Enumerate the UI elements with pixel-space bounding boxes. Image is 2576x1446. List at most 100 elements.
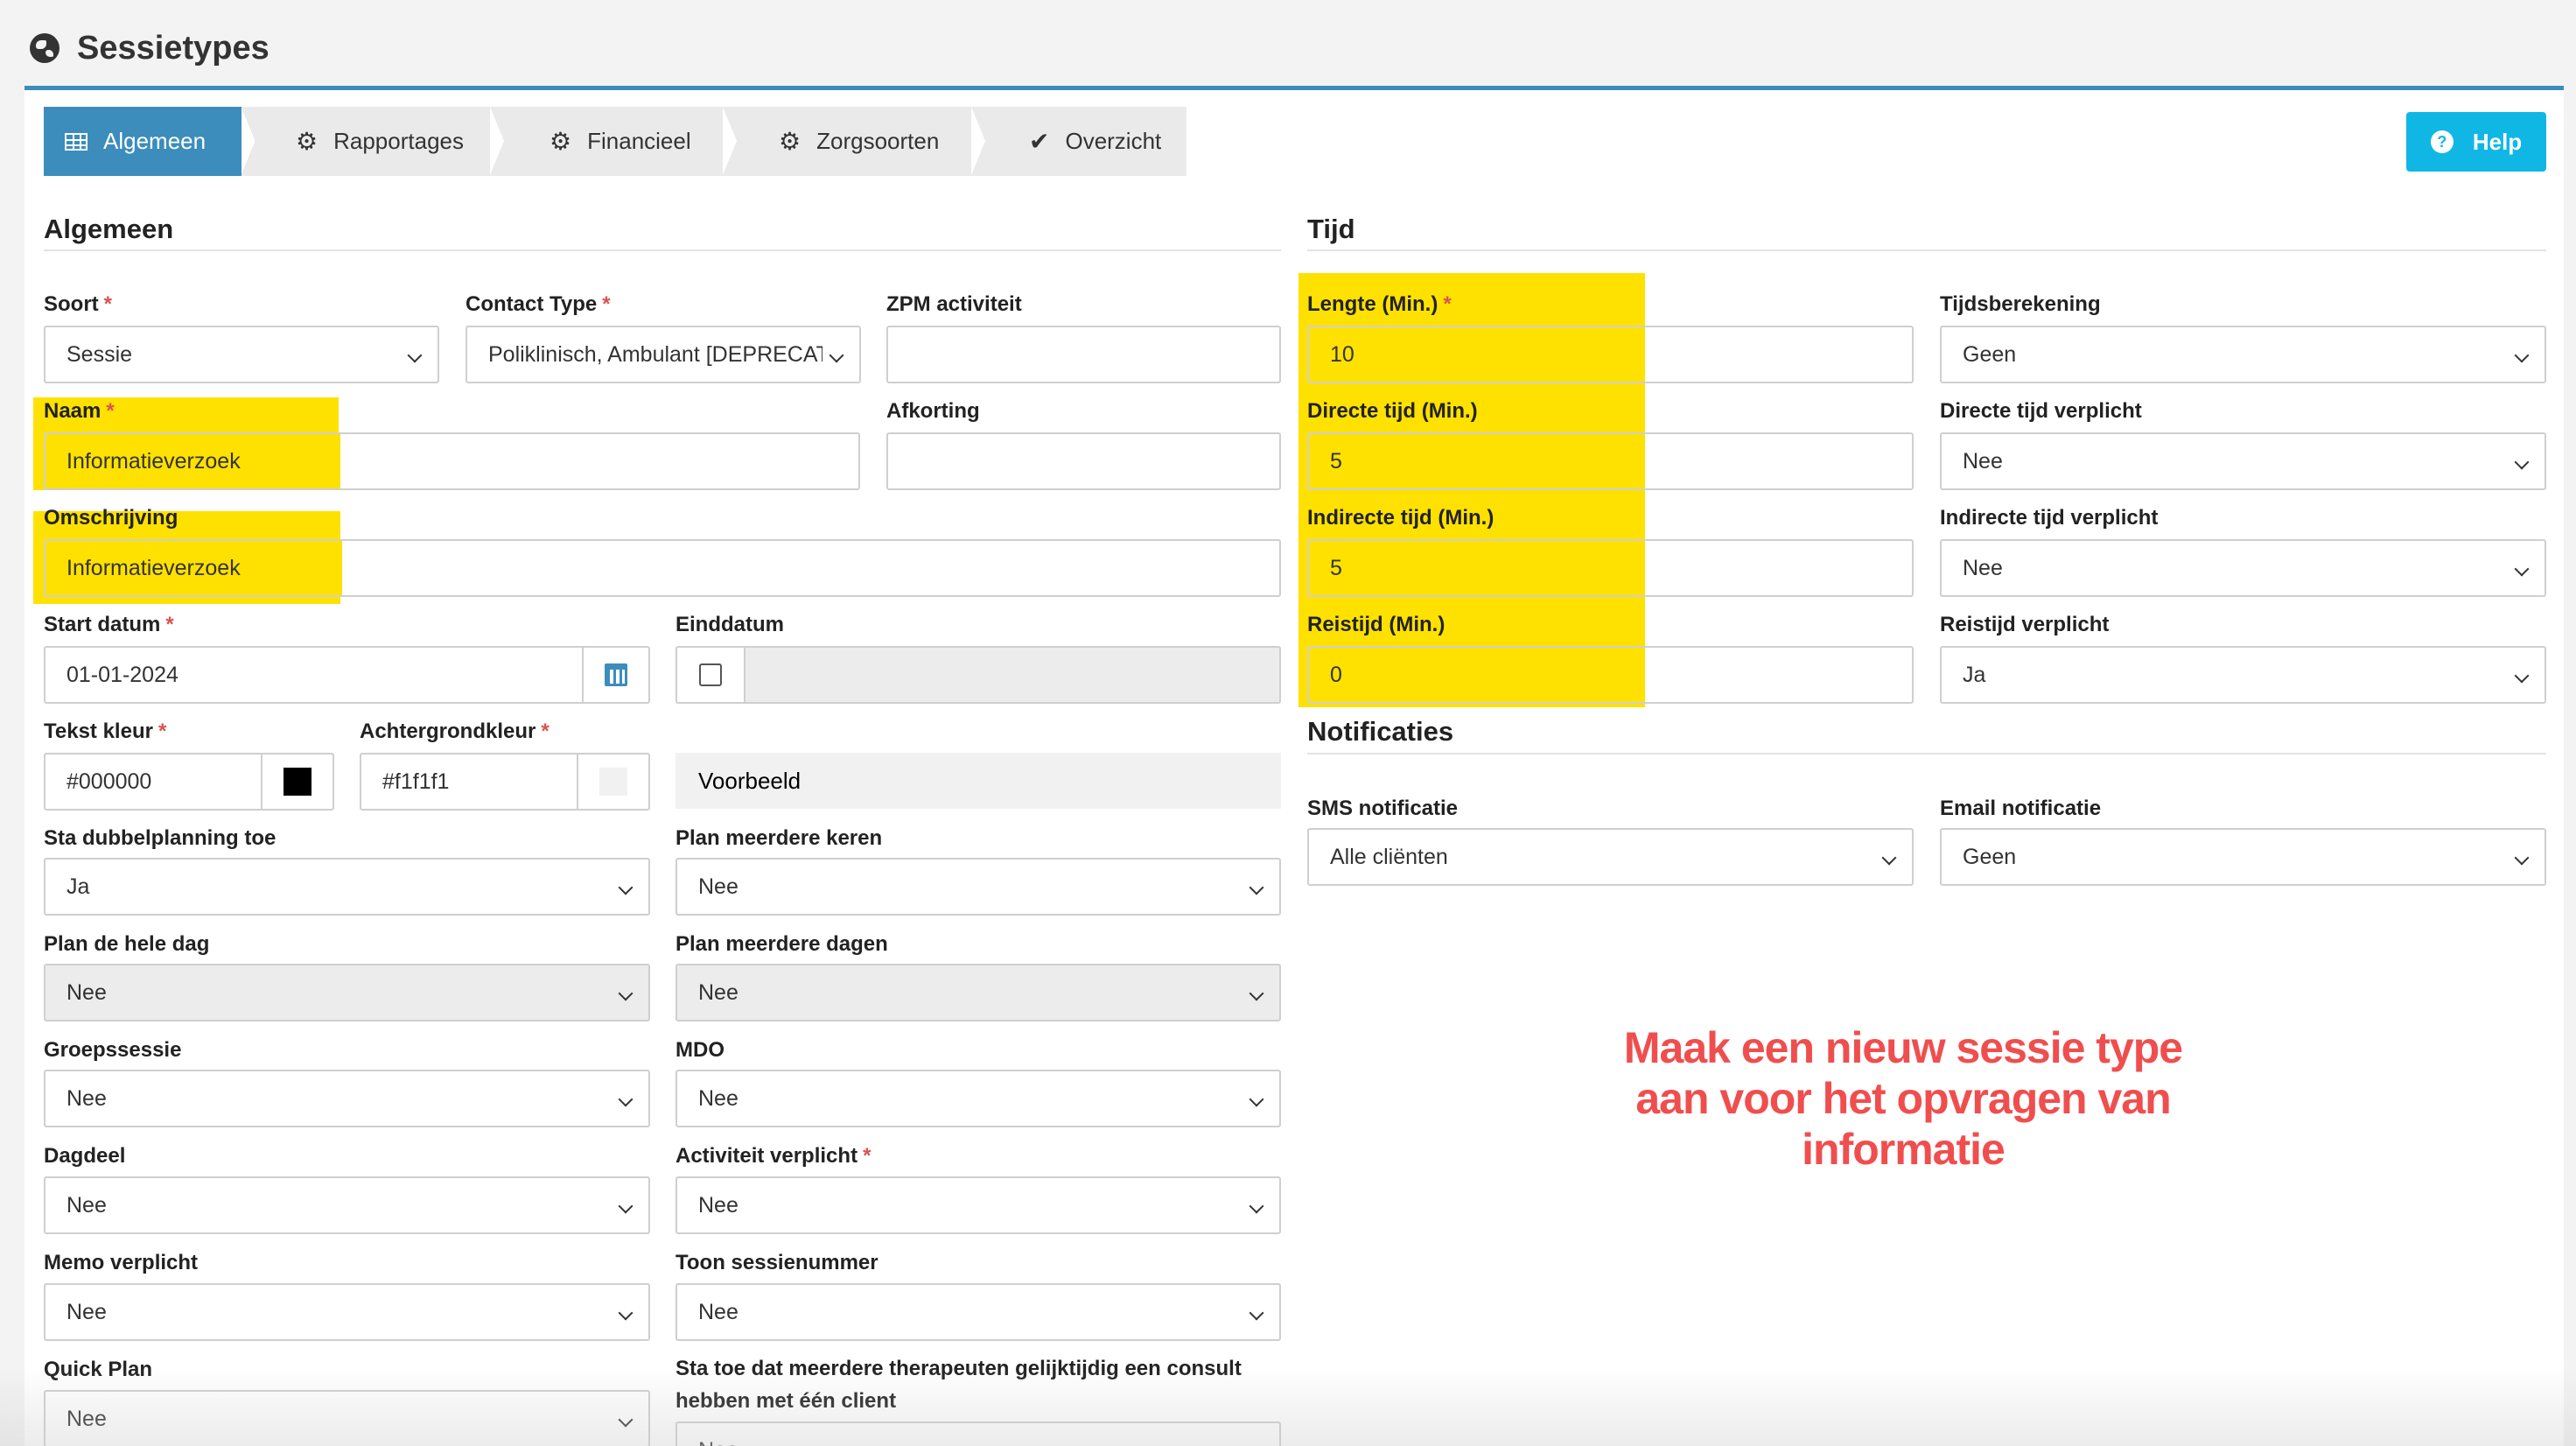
label-plan-meerdere-keren: Plan meerdere keren bbox=[676, 826, 883, 850]
label-zpm-activiteit: ZPM activiteit bbox=[886, 292, 1022, 316]
wizard-separator bbox=[490, 107, 509, 176]
label-lengte: Lengte (Min.) * bbox=[1307, 292, 1452, 316]
label-email-notificatie: Email notificatie bbox=[1940, 797, 2102, 820]
table-icon bbox=[65, 132, 88, 151]
checkbox[interactable] bbox=[699, 663, 722, 686]
label-toon-sessienummer: Toon sessienummer bbox=[676, 1251, 878, 1274]
sms-notificatie-select[interactable]: Alle cliënten bbox=[1307, 828, 1914, 886]
directe-tijd-verplicht-select[interactable]: Nee bbox=[1940, 432, 2546, 490]
label-dagdeel: Dagdeel bbox=[44, 1144, 126, 1168]
tab-rapportages[interactable]: ⚙ Rapportages bbox=[261, 107, 490, 176]
label-memo-verplicht: Memo verplicht bbox=[44, 1251, 199, 1274]
section-title-algemeen: Algemeen bbox=[44, 214, 174, 244]
section-divider bbox=[1307, 753, 2546, 755]
preview-box: Voorbeeld bbox=[676, 753, 1281, 809]
achtergrondkleur-swatch[interactable] bbox=[577, 753, 650, 811]
zpm-activiteit-input[interactable] bbox=[886, 326, 1281, 383]
lengte-input[interactable]: 10 bbox=[1307, 326, 1914, 383]
mdo-select[interactable]: Nee bbox=[676, 1070, 1281, 1127]
tab-overzicht[interactable]: ✔ Overzicht bbox=[990, 107, 1186, 176]
label-dubbelplanning: Sta dubbelplanning toe bbox=[44, 826, 276, 850]
globe-icon bbox=[30, 33, 60, 63]
label-einddatum: Einddatum bbox=[676, 613, 784, 636]
section-divider bbox=[44, 249, 1281, 251]
indirecte-tijd-input[interactable]: 5 bbox=[1307, 539, 1914, 597]
label-indirecte-tijd: Indirecte tijd (Min.) bbox=[1307, 506, 1494, 530]
soort-select[interactable]: Sessie bbox=[44, 326, 439, 383]
afkorting-input[interactable] bbox=[886, 432, 1281, 490]
achtergrondkleur-input[interactable]: #f1f1f1 bbox=[360, 753, 578, 811]
label-plan-meerdere-dagen: Plan meerdere dagen bbox=[676, 932, 888, 956]
memo-verplicht-select[interactable]: Nee bbox=[44, 1283, 650, 1341]
toon-sessienummer-select[interactable]: Nee bbox=[676, 1283, 1281, 1341]
label-quick-plan: Quick Plan bbox=[44, 1358, 153, 1381]
tijdsberekening-select[interactable]: Geen bbox=[1940, 326, 2546, 383]
tekst-kleur-input[interactable]: #000000 bbox=[44, 753, 262, 811]
reistijd-input[interactable]: 0 bbox=[1307, 646, 1914, 704]
label-gelijktijdig-line2: hebben met één client bbox=[676, 1389, 897, 1413]
reistijd-verplicht-select[interactable]: Ja bbox=[1940, 646, 2546, 704]
color-swatch bbox=[284, 768, 312, 796]
tekst-kleur-swatch[interactable] bbox=[261, 753, 334, 811]
einddatum-input bbox=[744, 646, 1281, 704]
contact-type-select[interactable]: Poliklinisch, Ambulant [DEPRECATED] bbox=[466, 326, 861, 383]
help-button[interactable]: ? Help bbox=[2406, 112, 2546, 172]
section-title-notificaties: Notificaties bbox=[1307, 716, 1454, 747]
label-gelijktijdig: Sta toe dat meerdere therapeuten gelijkt… bbox=[676, 1357, 1242, 1380]
label-omschrijving: Omschrijving bbox=[44, 506, 178, 530]
label-mdo: MDO bbox=[676, 1038, 724, 1062]
dubbelplanning-select[interactable]: Ja bbox=[44, 858, 650, 916]
label-reistijd-verplicht: Reistijd verplicht bbox=[1940, 613, 2110, 636]
tab-financieel[interactable]: ⚙ Financieel bbox=[509, 107, 723, 176]
tab-zorgsoorten[interactable]: ⚙ Zorgsoorten bbox=[742, 107, 971, 176]
label-plan-hele-dag: Plan de hele dag bbox=[44, 932, 210, 956]
wizard-separator bbox=[242, 107, 261, 176]
einddatum-toggle[interactable] bbox=[676, 646, 746, 704]
plan-hele-dag-select: Nee bbox=[44, 964, 650, 1021]
plan-meerdere-dagen-select: Nee bbox=[676, 964, 1281, 1021]
label-achtergrondkleur: Achtergrondkleur * bbox=[360, 719, 550, 743]
page-header: Sessietypes bbox=[30, 25, 270, 72]
calendar-icon bbox=[605, 663, 627, 686]
check-icon: ✔ bbox=[1029, 128, 1050, 155]
quick-plan-select[interactable]: Nee bbox=[44, 1390, 650, 1446]
plan-meerdere-keren-select[interactable]: Nee bbox=[676, 858, 1281, 916]
label-activiteit-verplicht: Activiteit verplicht * bbox=[676, 1144, 872, 1168]
label-naam: Naam * bbox=[44, 399, 115, 423]
tab-algemeen[interactable]: Algemeen bbox=[44, 107, 256, 176]
label-contact-type: Contact Type * bbox=[466, 292, 611, 316]
wizard-separator bbox=[971, 107, 990, 176]
label-sms-notificatie: SMS notificatie bbox=[1307, 797, 1459, 820]
label-directe-tijd: Directe tijd (Min.) bbox=[1307, 399, 1478, 423]
label-soort: Soort * bbox=[44, 292, 113, 316]
page-title: Sessietypes bbox=[77, 29, 270, 67]
gear-icon: ⚙ bbox=[296, 127, 318, 155]
gear-icon: ⚙ bbox=[550, 127, 572, 155]
dagdeel-select[interactable]: Nee bbox=[44, 1176, 650, 1234]
gelijktijdig-select[interactable]: Nee bbox=[676, 1421, 1281, 1446]
naam-input[interactable]: Informatieverzoek bbox=[44, 432, 860, 490]
activiteit-verplicht-select[interactable]: Nee bbox=[676, 1176, 1281, 1234]
email-notificatie-select[interactable]: Geen bbox=[1940, 828, 2546, 886]
section-title-tijd: Tijd bbox=[1307, 214, 1355, 244]
instruction-annotation: Maak een nieuw sessie type aan voor het … bbox=[1623, 1023, 2183, 1174]
start-datum-input[interactable]: 01-01-2024 bbox=[44, 646, 584, 704]
wizard-separator bbox=[723, 107, 742, 176]
gear-icon: ⚙ bbox=[779, 127, 802, 155]
color-swatch bbox=[599, 768, 627, 796]
question-circle-icon: ? bbox=[2430, 130, 2454, 153]
label-tekst-kleur: Tekst kleur * bbox=[44, 719, 167, 743]
groepssessie-select[interactable]: Nee bbox=[44, 1070, 650, 1127]
label-afkorting: Afkorting bbox=[886, 399, 980, 423]
label-reistijd: Reistijd (Min.) bbox=[1307, 613, 1446, 636]
label-indirecte-tijd-verplicht: Indirecte tijd verplicht bbox=[1940, 506, 2159, 530]
directe-tijd-input[interactable]: 5 bbox=[1307, 432, 1914, 490]
section-divider bbox=[1307, 249, 2546, 251]
label-groepssessie: Groepssessie bbox=[44, 1038, 182, 1062]
indirecte-tijd-verplicht-select[interactable]: Nee bbox=[1940, 539, 2546, 597]
calendar-button[interactable] bbox=[582, 646, 650, 704]
label-tijdsberekening: Tijdsberekening bbox=[1940, 292, 2101, 316]
omschrijving-input[interactable]: Informatieverzoek bbox=[44, 539, 1281, 597]
label-directe-tijd-verplicht: Directe tijd verplicht bbox=[1940, 399, 2142, 423]
label-start-datum: Start datum * bbox=[44, 613, 174, 636]
